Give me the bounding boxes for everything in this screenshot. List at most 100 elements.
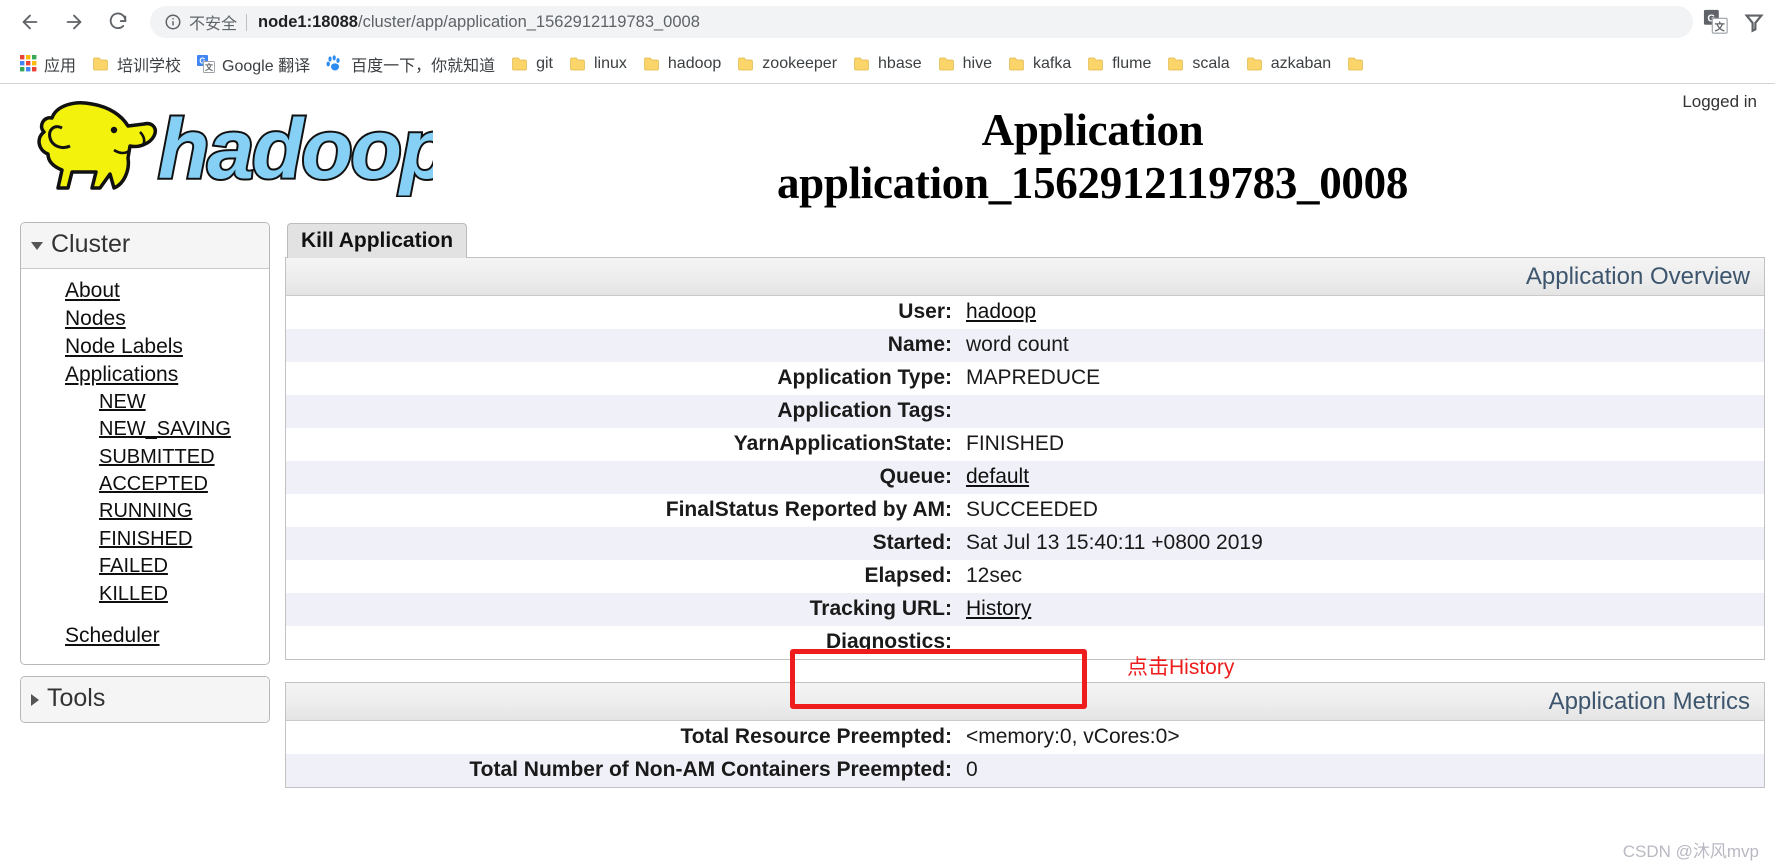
kill-application-button[interactable]: Kill Application (287, 223, 468, 259)
sidebar-item-applications[interactable]: Applications (21, 361, 269, 389)
forward-button[interactable] (54, 2, 94, 42)
hadoop-logo-cell: hadoop (0, 84, 470, 197)
bookmark-label: Google 翻译 (222, 57, 311, 75)
table-row: Tracking URL: History (286, 593, 1764, 627)
row-value (966, 395, 1764, 428)
bookmark-item[interactable]: hadoop (635, 50, 729, 78)
address-bar[interactable]: 不安全 node1:18088/cluster/app/application_… (150, 6, 1693, 38)
chevron-down-icon (31, 242, 43, 251)
row-label: Queue: (879, 465, 952, 489)
security-status-text: 不安全 (189, 16, 238, 33)
bookmark-item[interactable]: flume (1079, 50, 1159, 78)
table-row: Application Tags: (286, 395, 1764, 429)
row-value[interactable]: default (966, 461, 1764, 494)
sidebar-panel-cluster: Cluster About Nodes Node Labels Application… (20, 222, 270, 665)
row-value: 0 (966, 758, 978, 782)
row-value: FINISHED (966, 432, 1065, 456)
google-translate-icon[interactable]: G 文 (1703, 9, 1729, 35)
row-label: Elapsed: (864, 564, 952, 588)
sidebar-item-new-saving[interactable]: NEW_SAVING (21, 416, 269, 443)
baidu-icon (326, 54, 340, 70)
row-value-link[interactable]: hadoop (966, 300, 1036, 323)
bookmark-item[interactable] (1339, 50, 1373, 78)
sidebar-item-submitted[interactable]: SUBMITTED (21, 444, 269, 471)
bookmark-item[interactable]: linux (561, 50, 635, 78)
row-value-link[interactable]: default (966, 465, 1029, 488)
bookmark-item[interactable]: hbase (845, 50, 930, 78)
page-title: Application application_1562912119783_00… (470, 84, 1775, 210)
row-label: Diagnostics: (825, 630, 952, 654)
bookmarks-bar: 应用 培训学校 G 文 Google 翻译 百度一下，你就知道 git linux hadoop… (0, 44, 1775, 83)
bookmark-item[interactable]: 培训学校 (84, 50, 189, 78)
row-value[interactable]: hadoop (966, 296, 1764, 329)
sidebar-cluster-header[interactable]: Cluster (21, 223, 269, 270)
folder-icon (1009, 57, 1024, 70)
forward-arrow-icon (66, 14, 82, 30)
bookmark-label: 应用 (44, 57, 77, 75)
folder-icon (854, 57, 869, 70)
elephant-glyph (37, 101, 157, 190)
sidebar-item-failed[interactable]: FAILED (21, 553, 269, 580)
row-label: Application Type: (777, 366, 952, 390)
browser-menu-icon[interactable] (1743, 11, 1765, 33)
application-metrics-caption: Application Metrics (286, 683, 1764, 722)
csdn-watermark: CSDN @沐风mvp (1622, 842, 1759, 861)
reload-icon (109, 12, 127, 30)
bookmark-label: 百度一下，你就知道 (351, 57, 496, 75)
sidebar-item-accepted[interactable]: ACCEPTED (21, 471, 269, 498)
application-metrics-table: Application Metrics Total Resource Preem… (285, 682, 1765, 789)
bookmark-item[interactable]: azkaban (1238, 50, 1340, 78)
folder-icon (1246, 57, 1262, 70)
sidebar-item-about[interactable]: About (21, 277, 269, 305)
browser-toolbar: 不安全 node1:18088/cluster/app/application_… (0, 0, 1775, 44)
bookmark-item[interactable]: hive (930, 50, 1000, 78)
svg-text:文: 文 (1714, 20, 1726, 33)
bookmark-label: azkaban (1270, 54, 1332, 72)
row-label: Application Tags: (777, 399, 952, 423)
row-value (966, 626, 1764, 659)
bookmark-item[interactable]: G 文 Google 翻译 (189, 50, 318, 78)
bookmark-item[interactable]: kafka (1000, 50, 1079, 78)
table-row: YarnApplicationState: FINISHED (286, 428, 1764, 461)
sidebar-item-scheduler[interactable]: Scheduler (21, 622, 269, 650)
bookmark-item[interactable]: 应用 (12, 50, 84, 78)
folder-icon (738, 57, 754, 70)
page-layout: Cluster About Nodes Node Labels Application… (0, 222, 1775, 789)
bookmark-item[interactable]: scala (1159, 50, 1237, 78)
folder-icon (512, 57, 527, 70)
row-value[interactable]: History (966, 593, 1764, 626)
table-row: Started: Sat Jul 13 15:40:11 +0800 2019 (286, 527, 1764, 561)
sidebar-item-finished[interactable]: FINISHED (21, 526, 269, 553)
browser-chrome: 不安全 node1:18088/cluster/app/application_… (0, 0, 1775, 84)
hadoop-resourcemanager-page: hadoop Application application_156291211… (0, 84, 1775, 865)
folder-icon (1348, 57, 1364, 70)
folder-icon (1168, 57, 1184, 70)
row-label: YarnApplicationState: (733, 432, 952, 456)
bookmark-item[interactable]: 百度一下，你就知道 (318, 50, 503, 78)
row-value: <memory:0, vCores:0> (966, 725, 1180, 749)
apps-grid-icon (20, 55, 37, 72)
hadoop-logo-icon[interactable]: hadoop (18, 92, 433, 197)
folder-icon (93, 57, 108, 70)
sidebar-item-running[interactable]: RUNNING (21, 498, 269, 525)
back-button[interactable] (10, 2, 50, 42)
table-row: Application Type: MAPREDUCE (286, 362, 1764, 395)
bookmark-item[interactable]: git (503, 50, 561, 78)
table-row: FinalStatus Reported by AM: SUCCEEDED (286, 494, 1764, 527)
table-row: Total Resource Preempted: <memory:0, vCor… (286, 721, 1764, 754)
svg-text:文: 文 (205, 62, 214, 72)
bookmark-label: hbase (878, 54, 922, 72)
back-arrow-icon (22, 14, 38, 30)
bookmark-item[interactable]: zookeeper (729, 50, 845, 78)
sidebar-item-node-labels[interactable]: Node Labels (21, 333, 269, 361)
row-value: word count (966, 333, 1069, 357)
sidebar-item-killed[interactable]: KILLED (21, 581, 269, 608)
reload-button[interactable] (98, 2, 138, 42)
row-value-link[interactable]: History (966, 597, 1031, 620)
sidebar-item-new[interactable]: NEW (21, 389, 269, 416)
info-circle-icon[interactable] (164, 13, 182, 31)
red-annotation-text: 点击History (1127, 656, 1235, 679)
sidebar-item-nodes[interactable]: Nodes (21, 305, 269, 333)
sidebar-tools-header[interactable]: Tools (21, 676, 269, 722)
